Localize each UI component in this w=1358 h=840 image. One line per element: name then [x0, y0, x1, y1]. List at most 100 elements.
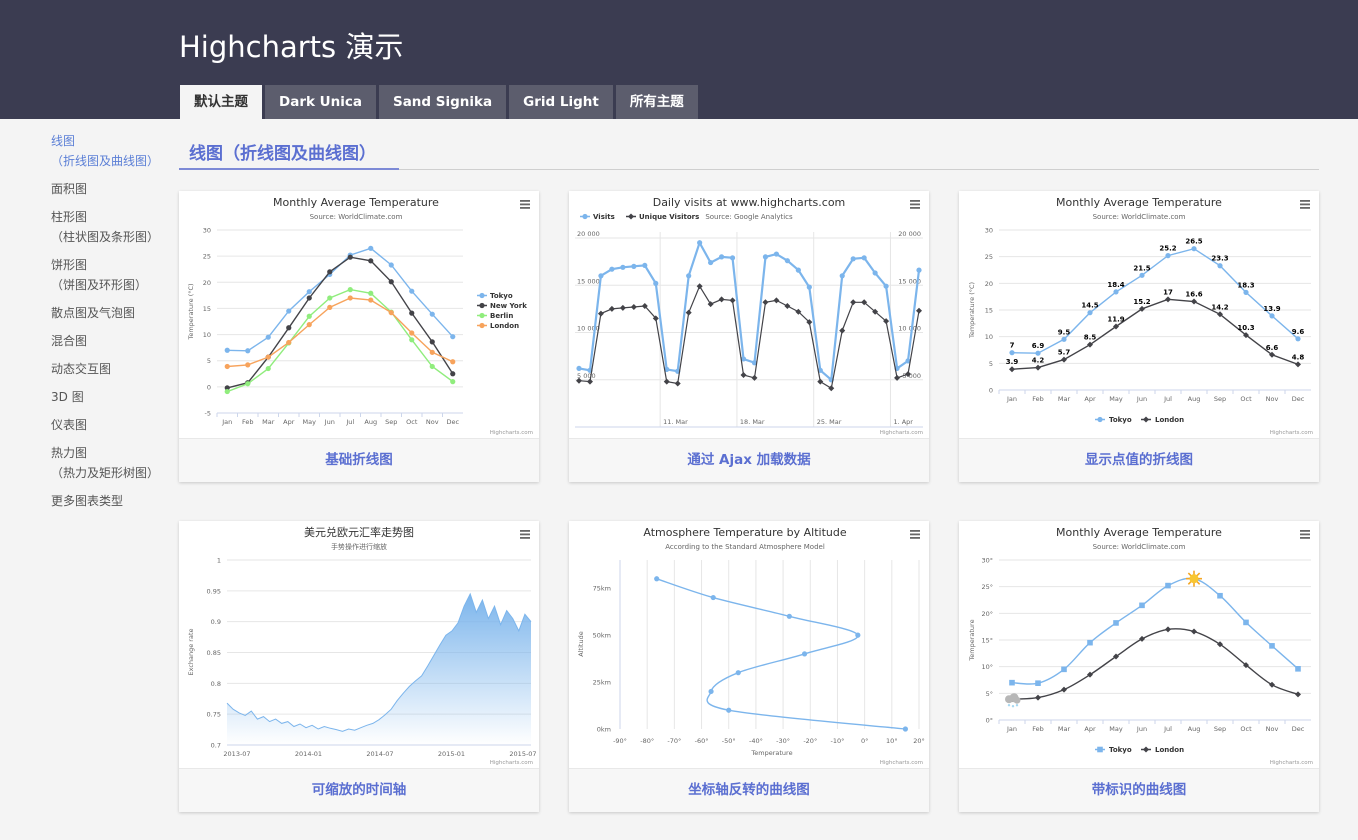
x-tick-label: Feb [1032, 725, 1044, 733]
tab-all-themes[interactable]: 所有主题 [615, 85, 698, 119]
sidebar-item-label: 3D 图 [51, 390, 84, 404]
menu-icon[interactable] [520, 530, 530, 539]
chart-subtitle: Source: WorldClimate.com [310, 213, 403, 221]
sidebar-item-gauge[interactable]: 仪表图 [51, 415, 171, 435]
section-divider-accent [179, 168, 399, 170]
y-tick-label: 25° [981, 583, 993, 591]
data-point [654, 576, 660, 582]
x-tick-label: Jan [1006, 395, 1017, 403]
sun-icon [1186, 570, 1202, 587]
y-tick-label: 10 [203, 331, 211, 339]
data-label: 25.2 [1159, 245, 1176, 253]
menu-icon[interactable] [910, 200, 920, 209]
sidebar-item-line[interactable]: 线图 （折线图及曲线图） [51, 131, 171, 171]
x-tick-label: May [303, 418, 317, 426]
sidebar-item-heatmap[interactable]: 热力图 （热力及矩形树图） [51, 443, 171, 483]
sidebar-item-sublabel: （柱状图及条形图） [51, 230, 160, 244]
card-caption[interactable]: 可缩放的时间轴 [179, 768, 539, 812]
chart-card-zoomable-time[interactable]: 美元兑欧元汇率走势图 手势操作进行缩放 Highcharts.com 0.7 0.75 0… [179, 521, 539, 812]
data-point [1035, 364, 1041, 371]
card-caption[interactable]: 通过 Ajax 加载数据 [569, 438, 929, 482]
y-tick-label-right: 5 000 [902, 372, 921, 380]
data-point [902, 726, 909, 732]
chart-card-data-labels[interactable]: Monthly Average Temperature Source: World… [959, 191, 1319, 482]
x-tick-label: Aug [1188, 395, 1201, 403]
sidebar-item-dynamic[interactable]: 动态交互图 [51, 359, 171, 379]
y-tick-label: 0.75 [207, 711, 221, 719]
x-tick-label: May [1109, 395, 1123, 403]
chart-title: Monthly Average Temperature [273, 196, 439, 209]
chart-credit: Highcharts.com [880, 760, 923, 766]
data-point [1113, 620, 1119, 626]
data-label: 6.9 [1032, 342, 1045, 350]
sidebar-item-scatter[interactable]: 散点图及气泡图 [51, 303, 171, 323]
data-label: 9.5 [1058, 328, 1071, 336]
data-label: 7 [1010, 342, 1015, 350]
y-tick-label: 20° [981, 610, 993, 618]
legend-marker [1097, 746, 1103, 753]
data-point [708, 259, 714, 266]
data-label: 5.7 [1058, 349, 1071, 357]
data-point [1191, 628, 1197, 635]
y-tick-label: 0.8 [211, 680, 221, 688]
sidebar-item-3d[interactable]: 3D 图 [51, 387, 171, 407]
sidebar-item-column[interactable]: 柱形图 （柱状图及条形图） [51, 207, 171, 247]
y-tick-label-left: 15 000 [577, 277, 600, 285]
data-point [1009, 679, 1015, 686]
tab-default-theme[interactable]: 默认主题 [180, 85, 262, 119]
data-label: 4.8 [1292, 353, 1305, 361]
data-point [839, 273, 845, 279]
menu-icon[interactable] [1300, 530, 1310, 539]
menu-icon[interactable] [520, 200, 530, 209]
data-point [726, 707, 732, 713]
card-caption[interactable]: 显示点值的折线图 [959, 438, 1319, 482]
data-point [631, 263, 637, 269]
data-point [368, 245, 374, 251]
sidebar-item-area[interactable]: 面积图 [51, 179, 171, 199]
tab-grid-light[interactable]: Grid Light [509, 85, 613, 119]
chart-card-inverted-axes[interactable]: Atmosphere Temperature by Altitude Accord… [569, 521, 929, 812]
chart-subtitle: 手势操作进行缩放 [331, 542, 387, 551]
y-axis-title: Temperature [968, 619, 976, 661]
data-point [598, 273, 604, 279]
data-point [1061, 686, 1067, 693]
chart-card-symbols[interactable]: Monthly Average Temperature Source: World… [959, 521, 1319, 812]
sidebar-item-combo[interactable]: 混合图 [51, 331, 171, 351]
x-tick-label: -70° [667, 737, 681, 745]
tab-dark-unica[interactable]: Dark Unica [265, 85, 376, 119]
data-point [409, 288, 415, 294]
series-line [227, 256, 454, 389]
card-caption[interactable]: 基础折线图 [179, 438, 539, 482]
tab-sand-signika[interactable]: Sand Signika [378, 85, 507, 119]
menu-icon[interactable] [1300, 200, 1310, 209]
x-tick-label: 18. Mar [740, 418, 765, 426]
x-tick-label: -50° [722, 737, 736, 745]
x-tick-label: Mar [1058, 725, 1071, 733]
chart-title: Monthly Average Temperature [1056, 526, 1222, 539]
data-point [265, 354, 271, 360]
y-axis-title: Temperature (°C) [187, 283, 195, 340]
data-point [707, 301, 714, 308]
card-caption[interactable]: 带标识的曲线图 [959, 768, 1319, 812]
data-point [1217, 263, 1223, 269]
y-tick-label: 20 [203, 279, 211, 287]
data-point [245, 381, 251, 387]
chart-subtitle: Source: Google Analytics [705, 213, 793, 221]
x-tick-label: Dec [1292, 395, 1305, 403]
legend-label: London [490, 322, 519, 330]
data-point [1139, 602, 1145, 609]
menu-icon[interactable] [910, 530, 920, 539]
chart-card-basic-line[interactable]: Monthly Average Temperature Source: World… [179, 191, 539, 482]
x-tick-label: Oct [1240, 725, 1252, 733]
sidebar-item-more[interactable]: 更多图表类型 [51, 491, 171, 511]
x-tick-label: Jan [1006, 725, 1017, 733]
chart-credit: Highcharts.com [1270, 430, 1313, 436]
data-point [388, 310, 394, 316]
card-caption[interactable]: 坐标轴反转的曲线图 [569, 768, 929, 812]
data-label: 4.2 [1032, 357, 1045, 365]
data-point [245, 348, 251, 354]
data-point [597, 310, 604, 317]
sidebar-item-pie[interactable]: 饼形图 （饼图及环形图） [51, 255, 171, 295]
sidebar-item-sublabel: （折线图及曲线图） [51, 154, 160, 168]
chart-card-ajax[interactable]: Daily visits at www.highcharts.com Source… [569, 191, 929, 482]
